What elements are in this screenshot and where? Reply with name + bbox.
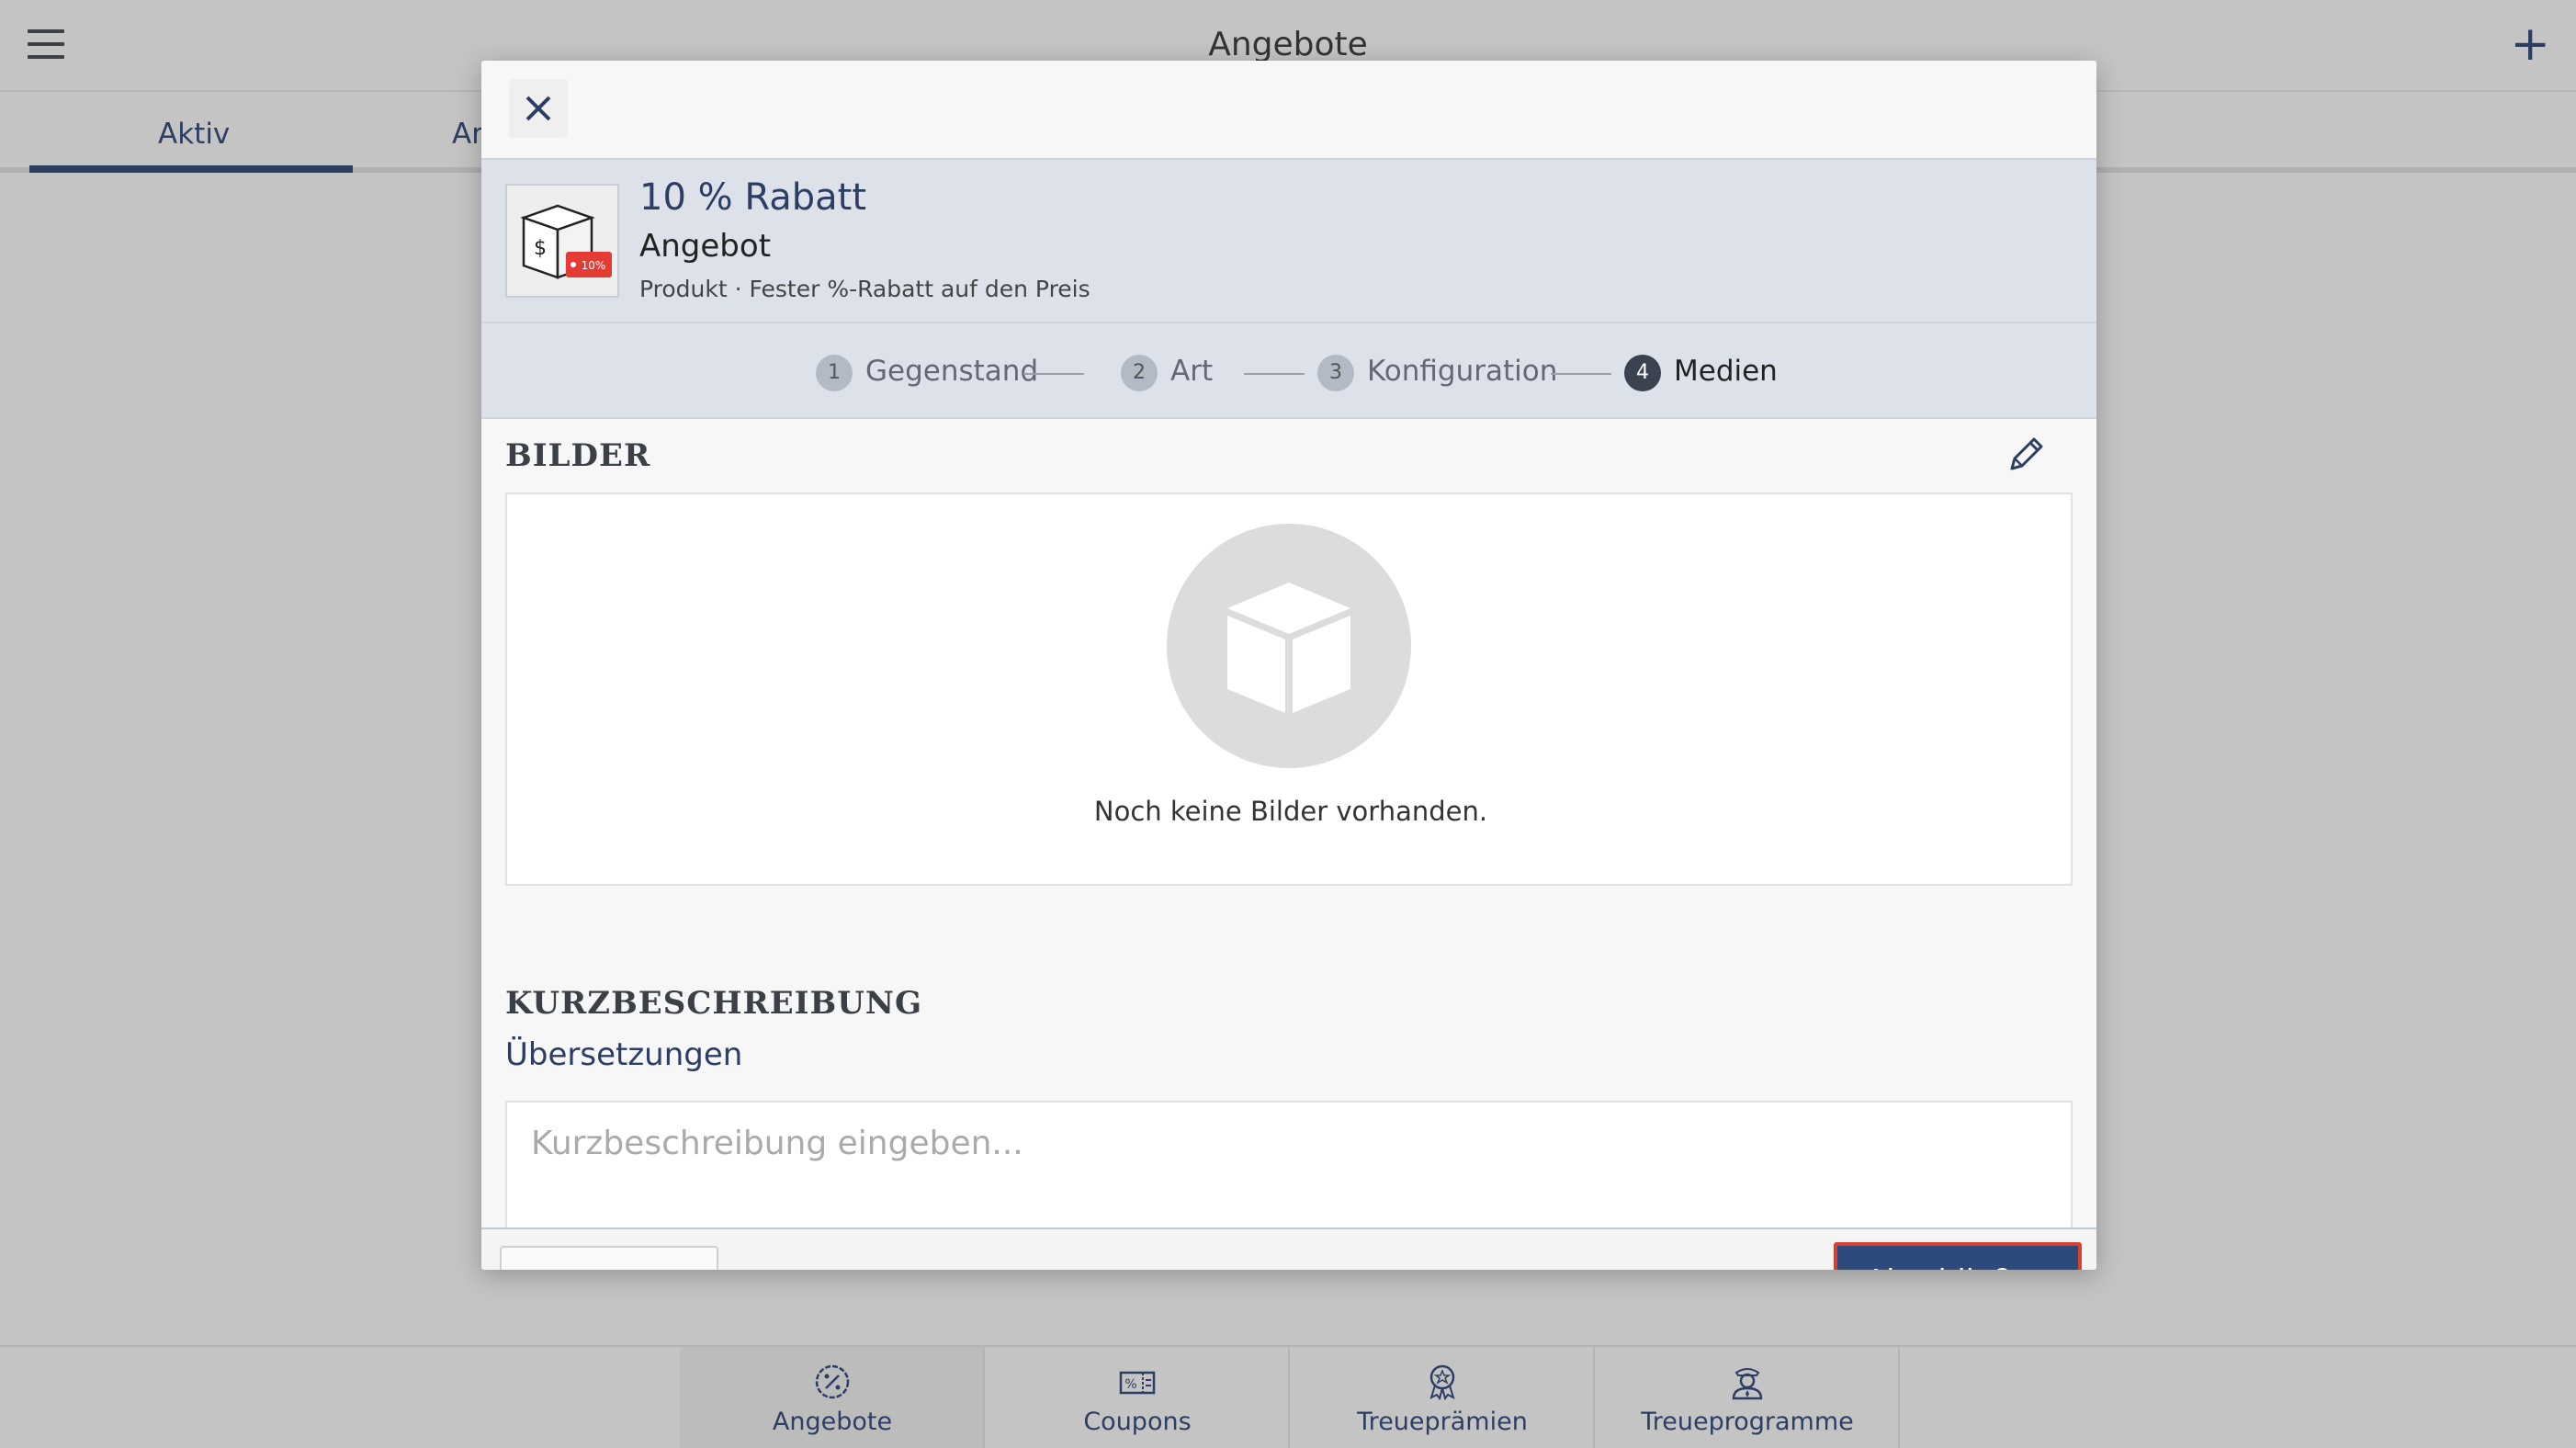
nav-label: Treueprogramme [1641,1408,1854,1436]
svg-text:$: $ [534,237,547,260]
nav-label: Angebote [772,1408,893,1436]
images-dropzone[interactable]: Noch keine Bilder vorhanden. [505,492,2073,886]
nav-item-treuepraemien[interactable]: Treueprämien [1290,1347,1595,1448]
tab-aktiv[interactable]: Aktiv [158,118,230,151]
offer-summary: $ 10% 10 % Rabatt Angebot Produkt · Fest… [481,158,2096,322]
percent-badge-icon [815,1364,850,1399]
image-placeholder [1167,524,1411,768]
dialog-toolbar [481,61,2096,158]
person-badge-icon [1732,1368,1763,1400]
page-title: Angebote [1208,26,1368,63]
dialog-footer: Zurück Abschließen [481,1227,2096,1270]
nav-item-coupons[interactable]: % Coupons [985,1347,1290,1448]
images-section-title: BILDER [505,437,651,474]
step-label: Art [1170,355,1214,388]
step-number: 1 [816,355,853,391]
box-price-tag-icon: $ 10% [520,204,612,279]
step-label: Medien [1674,355,1778,388]
short-description-title: KURZBESCHREIBUNG [505,985,923,1022]
translations-link[interactable]: Übersetzungen [505,1036,742,1073]
step-connector [1023,373,1084,375]
dialog-content: BILDER Noch keine Bilder vorhanden. KURZ… [481,419,2096,1227]
offer-type: Angebot [639,228,772,265]
offer-description: Produkt · Fester %-Rabatt auf den Preis [639,276,1090,302]
edit-images-button[interactable] [2005,432,2049,476]
offer-wizard-dialog: $ 10% 10 % Rabatt Angebot Produkt · Fest… [481,61,2096,1270]
svg-text:%: % [1124,1377,1136,1392]
wizard-stepper: 1 Gegenstand 2 Art 3 Konfiguration 4 Med… [481,322,2096,419]
add-icon[interactable]: + [2510,20,2550,68]
nav-label: Coupons [1083,1408,1192,1436]
step-number: 4 [1624,355,1661,391]
close-button[interactable] [509,79,568,138]
step-number: 3 [1317,355,1354,391]
nav-item-treueprogramme[interactable]: Treueprogramme [1595,1347,1900,1448]
step-connector [1551,373,1611,375]
step-label: Gegenstand [865,355,1039,388]
close-icon [525,96,551,121]
offer-thumbnail: $ 10% [505,184,619,298]
tab-active-indicator [29,165,353,173]
back-button[interactable]: Zurück [500,1246,718,1270]
finish-button[interactable]: Abschließen [1834,1242,2082,1270]
short-description-input[interactable] [505,1101,2073,1227]
box-icon [1227,583,1350,713]
offer-title: 10 % Rabatt [639,176,867,219]
pencil-icon [2010,437,2043,470]
coupon-icon: % [1119,1371,1156,1395]
step-number: 2 [1121,355,1158,391]
step-label: Konfiguration [1367,355,1558,388]
nav-item-angebote[interactable]: Angebote [680,1347,985,1448]
step-connector [1244,373,1305,375]
tab-archiv[interactable]: Ar [452,118,483,151]
svg-text:10%: 10% [582,259,606,272]
award-icon [1429,1364,1455,1400]
no-images-text: Noch keine Bilder vorhanden. [1093,796,1488,827]
nav-label: Treueprämien [1357,1408,1528,1436]
bottom-navigation: Angebote % Coupons Treueprämien Treuepro… [0,1345,2576,1448]
